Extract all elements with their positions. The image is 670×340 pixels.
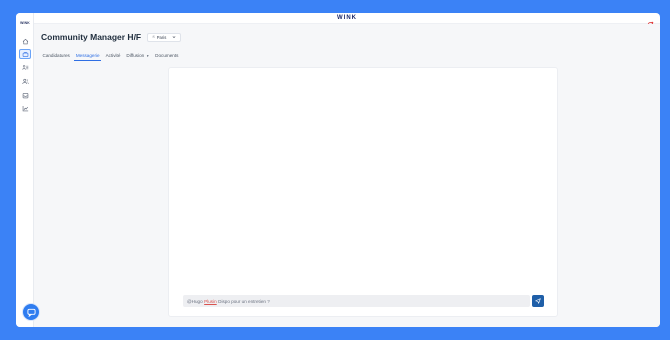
tab-diffusion[interactable]: Diffusion ▼ bbox=[125, 51, 151, 61]
top-bar: WINK bbox=[34, 13, 660, 28]
tab-candidatures[interactable]: Candidatures bbox=[41, 51, 71, 61]
sidebar: WINK bbox=[16, 13, 34, 327]
location-value: Paris bbox=[156, 34, 167, 40]
tab-label: Candidatures bbox=[42, 53, 70, 58]
main-content: Community Manager H/F ☉ Paris Candidatur… bbox=[34, 24, 660, 327]
tab-label: Diffusion bbox=[126, 53, 145, 58]
chart-icon bbox=[22, 99, 29, 117]
message-text: Dispo pour un entretien ? bbox=[218, 298, 270, 304]
mention-name: Plusin bbox=[204, 298, 217, 304]
tab-label: Activité bbox=[105, 53, 121, 58]
app-window: WINK WINK Community Manager H/F ☉ Paris … bbox=[16, 13, 660, 327]
chat-icon bbox=[26, 308, 36, 317]
tab-documents[interactable]: Documents bbox=[154, 51, 180, 61]
brand-logo: WINK bbox=[337, 15, 357, 21]
sidebar-item-analytics[interactable] bbox=[19, 103, 31, 113]
tab-label: Documents bbox=[155, 53, 179, 58]
location-pin-icon: ☉ bbox=[152, 35, 156, 39]
sidebar-item-candidates[interactable] bbox=[19, 62, 31, 72]
sidebar-logo: WINK bbox=[20, 21, 30, 25]
messaging-panel: @Hugo Plusin Dispo pour un entretien ? bbox=[168, 67, 558, 317]
tab-bar: Candidatures Messagerie Activité Diffusi… bbox=[41, 51, 183, 61]
location-select[interactable]: ☉ Paris bbox=[147, 32, 182, 42]
tab-label: Messagerie bbox=[75, 53, 100, 58]
send-button[interactable] bbox=[532, 295, 544, 307]
send-icon bbox=[535, 298, 541, 304]
page-header: Community Manager H/F ☉ Paris bbox=[41, 31, 182, 43]
sidebar-item-users[interactable] bbox=[19, 76, 31, 86]
page-title: Community Manager H/F bbox=[41, 32, 142, 42]
caret-down-icon: ▼ bbox=[146, 54, 150, 58]
message-input[interactable]: @Hugo Plusin Dispo pour un entretien ? bbox=[183, 295, 530, 307]
mention-prefix: @Hugo bbox=[187, 298, 203, 304]
chat-support-button[interactable] bbox=[22, 303, 40, 321]
chevron-down-icon bbox=[172, 36, 176, 38]
tab-messagerie[interactable]: Messagerie bbox=[74, 51, 102, 61]
notification-icon[interactable] bbox=[647, 15, 654, 28]
tab-activite[interactable]: Activité bbox=[104, 51, 122, 61]
